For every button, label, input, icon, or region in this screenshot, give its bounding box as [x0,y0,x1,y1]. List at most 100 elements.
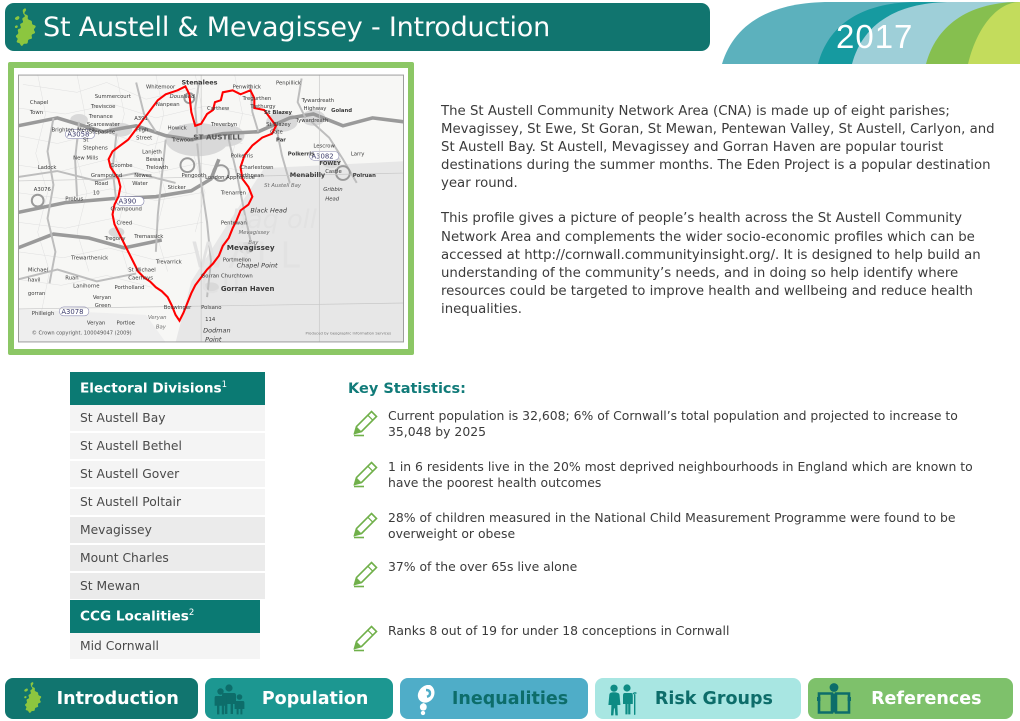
magnifier-icon [417,684,435,715]
tab-inequalities[interactable]: Inequalities [399,678,589,719]
svg-text:Gorran Haven: Gorran Haven [221,285,275,293]
highlighter-pen-icon [353,461,378,488]
svg-text:Veryan: Veryan [93,295,111,301]
map-copyright: © Crown copyright. 100049047 (2009) [32,330,132,337]
svg-text:Penwithick: Penwithick [233,84,262,90]
svg-text:Street: Street [136,136,152,142]
table-row[interactable]: St Mewan [70,572,265,601]
svg-text:Par: Par [276,138,286,144]
svg-text:Treviscoe: Treviscoe [90,104,116,110]
svg-text:Whitemoor: Whitemoor [146,84,176,90]
electoral-divisions-header: Electoral Divisions1 [70,372,265,405]
svg-text:Trelowth: Trelowth [145,165,168,171]
svg-text:Tregony: Tregony [104,236,126,242]
svg-text:Trenance: Trenance [88,114,113,120]
page-title-bar: St Austell & Mevagissey - Introduction [5,3,710,51]
svg-text:Newes: Newes [134,173,152,179]
svg-text:Coombe: Coombe [111,163,133,169]
svg-text:Lescrow: Lescrow [313,143,335,149]
page-title: St Austell & Mevagissey - Introduction [43,11,550,43]
svg-text:Philleigh: Philleigh [32,311,54,317]
svg-text:Road: Road [95,181,108,187]
svg-text:St Blazey: St Blazey [266,122,291,128]
family-icon [215,683,245,714]
svg-text:Bewah: Bewah [146,157,164,163]
table-row[interactable]: Mount Charles [70,544,265,573]
svg-text:High: High [136,128,148,134]
svg-text:Bay: Bay [156,325,167,331]
svg-text:New Mills: New Mills [73,155,98,161]
map-inner: A3058 A390 A3082 A3078 haq oll WALL CIL … [14,68,408,349]
svg-text:Penpillick: Penpillick [276,80,302,86]
svg-text:Menabilly: Menabilly [290,171,326,179]
svg-text:A3082: A3082 [311,152,333,160]
svg-text:Veryan: Veryan [87,321,105,327]
tab-risk-groups[interactable]: Risk Groups [595,678,801,719]
uk-map-icon [14,8,36,46]
svg-text:Trewarthenick: Trewarthenick [70,256,109,262]
svg-text:Lanjeth: Lanjeth [142,149,162,155]
key-statistics-title: Key Statistics: [348,381,466,397]
svg-text:Chapel Point: Chapel Point [237,262,278,270]
map-container[interactable]: A3058 A390 A3082 A3078 haq oll WALL CIL … [8,62,414,355]
svg-text:Tregurthen: Tregurthen [242,96,272,102]
table-row[interactable]: St Austell Poltair [70,488,265,517]
svg-text:Mevagissey: Mevagissey [227,243,275,252]
svg-text:Boswinger: Boswinger [164,305,192,311]
map-producer: Produced by Geographic Information Servi… [306,332,392,336]
highlighter-pen-icon [353,625,378,652]
tab-introduction[interactable]: Introduction [5,678,199,719]
svg-text:Portloe: Portloe [116,321,134,327]
table-row[interactable]: St Austell Bay [70,404,265,433]
svg-text:Town: Town [29,110,43,116]
introduction-text: The St Austell Community Network Area (C… [441,103,1003,319]
svg-text:Tywardreath: Tywardreath [295,118,329,124]
svg-text:Goland: Goland [331,108,352,114]
svg-text:Head: Head [325,197,339,203]
svg-text:A391: A391 [134,116,148,122]
tab-label: Inequalities [451,688,569,709]
svg-text:Trenarren: Trenarren [220,191,246,197]
svg-text:Dodman: Dodman [203,327,230,335]
elderly-couple-icon [608,683,638,715]
svg-text:Polruan: Polruan [353,173,376,179]
svg-text:Howick: Howick [168,126,188,132]
svg-text:Portholland: Portholland [115,285,145,291]
highlighter-pen-icon [353,410,378,437]
electoral-divisions-footnote-marker: 1 [221,380,228,390]
svg-text:Trevarrick: Trevarrick [155,260,183,266]
svg-text:Water: Water [132,181,148,187]
svg-text:114: 114 [205,317,216,323]
svg-text:Highway: Highway [304,106,327,112]
svg-text:A3076: A3076 [34,187,52,193]
ccg-localities-footnote-marker: 2 [188,608,195,618]
svg-text:Chapel: Chapel [30,100,48,106]
svg-text:Charlestown: Charlestown [241,165,274,171]
ccg-localities-panel: CCG Localities2 Mid Cornwall [70,600,260,661]
svg-text:Tywardreath: Tywardreath [301,98,335,104]
list-item: Ranks 8 out of 19 for under 18 conceptio… [350,623,1005,652]
svg-text:Polkerris: Polkerris [288,151,315,157]
table-row[interactable]: St Austell Gover [70,460,265,489]
svg-text:A390: A390 [118,198,136,206]
svg-text:Green: Green [95,303,111,309]
svg-text:A3078: A3078 [61,308,83,316]
tab-population[interactable]: Population [205,678,393,719]
table-row[interactable]: St Austell Bethel [70,432,265,461]
svg-text:Summercourt: Summercourt [95,94,131,100]
highlighter-pen-icon [353,511,378,538]
tab-label: Introduction [56,688,179,709]
svg-text:Pengooth: Pengooth [181,173,206,179]
ccg-localities-header-label: CCG Localities [80,608,189,625]
tab-references[interactable]: References [807,678,1013,719]
svg-text:St Michael: St Michael [128,268,155,274]
table-row[interactable]: Mid Cornwall [70,632,260,661]
intro-paragraph-2: This profile gives a picture of people’s… [441,211,981,317]
svg-text:Grampound: Grampound [111,206,142,212]
electoral-divisions-header-label: Electoral Divisions [80,380,222,397]
svg-text:Veryan: Veryan [148,315,167,321]
svg-text:havil: havil [28,277,41,283]
table-row[interactable]: Mevagissey [70,516,265,545]
svg-text:St: St [83,138,88,144]
svg-text:Black Head: Black Head [250,206,287,214]
